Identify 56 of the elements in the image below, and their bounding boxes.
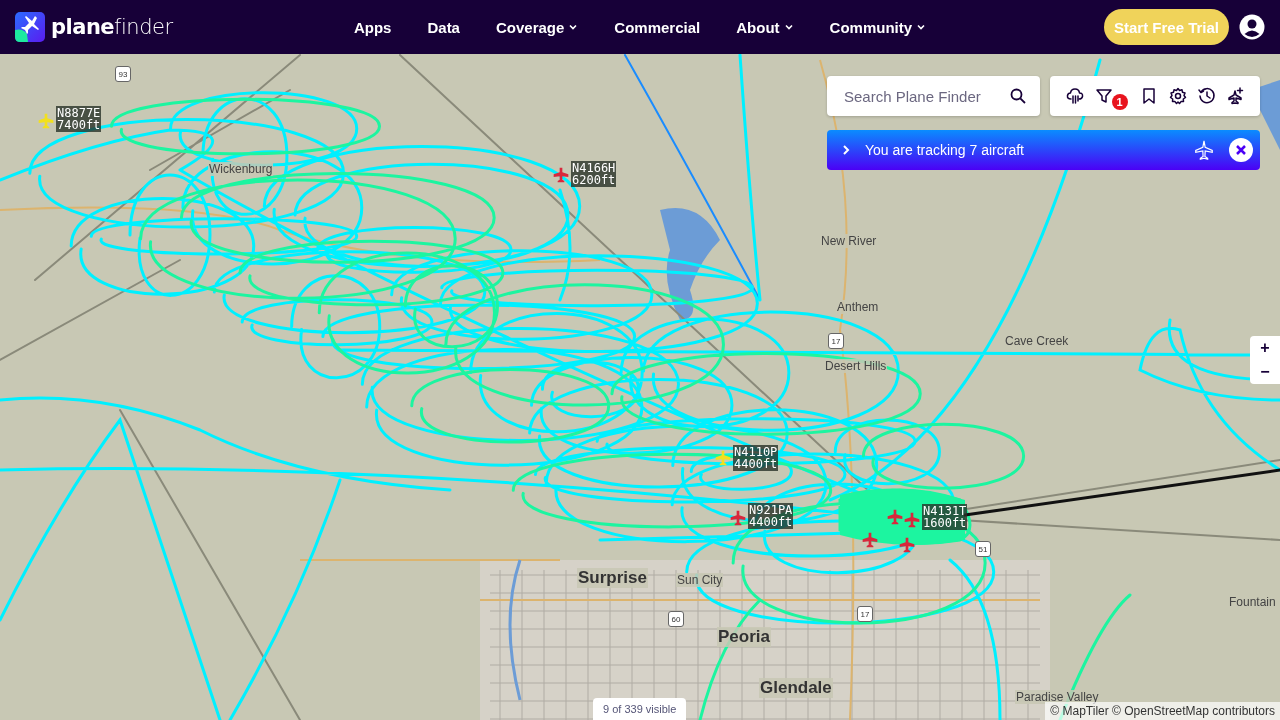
nav-link[interactable]: Data [427, 18, 460, 36]
chevron-down-icon[interactable] [568, 22, 579, 32]
place-label: Anthem [836, 300, 880, 314]
zoom-in-button[interactable]: + [1250, 336, 1280, 360]
airplane-icon[interactable] [730, 510, 746, 526]
airplane-icon[interactable] [887, 509, 903, 525]
cloud-rain-icon[interactable] [1065, 87, 1084, 105]
aircraft-label[interactable]: N8877E 7400ft [56, 106, 102, 132]
highway-shield: 17 [857, 606, 873, 622]
place-label: Cave Creek [1004, 334, 1070, 348]
nav-link[interactable]: Commercial [614, 18, 701, 36]
highway-shield: 51 [975, 541, 991, 557]
nav-link[interactable]: About [736, 18, 794, 36]
airplane-add-icon[interactable] [1226, 87, 1245, 105]
place-label: Desert Hills [824, 359, 888, 373]
tracking-text: You are tracking 7 aircraft [865, 142, 1025, 158]
airplane-icon[interactable] [553, 167, 569, 183]
place-label: Fountain [1228, 595, 1277, 609]
zoom-out-button[interactable]: − [1250, 360, 1280, 384]
aircraft-label[interactable]: N4110P 4400ft [733, 445, 779, 471]
nav-link[interactable]: Coverage [495, 18, 579, 36]
chevron-down-icon[interactable] [783, 22, 794, 32]
history-icon[interactable] [1197, 87, 1216, 105]
chevron-down-icon[interactable] [916, 22, 927, 32]
place-label: Sun City [676, 573, 724, 587]
nav-link[interactable]: Community [829, 18, 927, 36]
aircraft-label[interactable]: N921PA 4400ft [748, 503, 794, 529]
highway-shield: 60 [668, 611, 684, 627]
place-label: Wickenburg [208, 162, 274, 176]
place-label: Surprise [577, 568, 648, 588]
aircraft-label[interactable]: N4166H 6200ft [571, 161, 617, 187]
search-icon[interactable] [1010, 88, 1026, 104]
highway-shield: 17 [828, 333, 844, 349]
highway-shield: 93 [115, 66, 131, 82]
search-box[interactable]: Search Plane Finder [827, 76, 1040, 116]
airplane-icon[interactable] [862, 532, 878, 548]
filter-icon[interactable] [1094, 87, 1113, 105]
profile-icon[interactable] [1239, 14, 1265, 40]
filter-count-badge: 1 [1111, 94, 1128, 110]
place-label: New River [820, 234, 878, 248]
place-label: Peoria [717, 627, 771, 647]
nav-link[interactable]: Apps [353, 18, 392, 36]
logo-wordmark[interactable]: planefinder [51, 15, 173, 39]
airplane-icon[interactable] [904, 512, 920, 528]
airplane-icon[interactable] [899, 537, 915, 553]
chevron-right-icon[interactable] [841, 144, 851, 156]
close-icon[interactable] [1235, 144, 1247, 156]
airplane-icon[interactable] [1193, 139, 1215, 161]
aircraft-label[interactable]: N4131T 1600ft [922, 504, 968, 530]
settings-icon[interactable] [1168, 87, 1187, 105]
logo-icon [15, 12, 45, 42]
close-button[interactable] [1229, 138, 1253, 162]
map-attribution: © MapTiler © OpenStreetMap contributors [1045, 702, 1280, 720]
place-label: Paradise Valley [1015, 690, 1100, 704]
place-label: Glendale [759, 678, 833, 698]
visible-count: 9 of 339 visible [593, 698, 687, 720]
